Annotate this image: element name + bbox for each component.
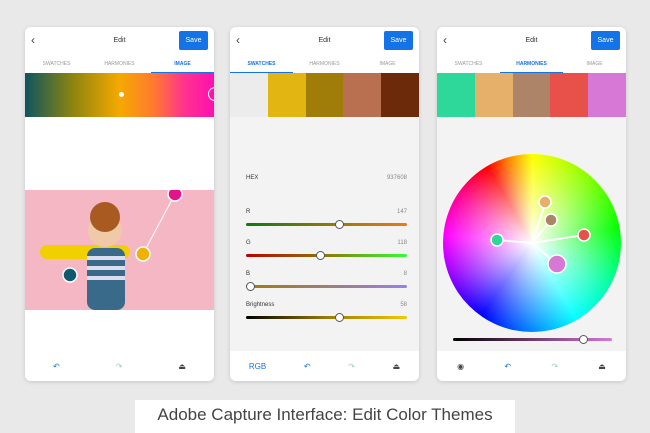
redo-icon[interactable]: ↷ (348, 362, 355, 371)
slider-knob[interactable] (578, 335, 588, 344)
undo-icon[interactable]: ↶ (504, 362, 511, 371)
hex-label: HEX (246, 175, 259, 181)
save-button[interactable]: Save (179, 31, 208, 50)
picker-dot[interactable] (119, 92, 124, 97)
slider-row: B8 (246, 271, 407, 277)
slider-value: 8 (403, 271, 407, 277)
tab-image[interactable]: IMAGE (356, 57, 419, 73)
slider-knob[interactable] (334, 220, 344, 229)
phone-image-tab: ‹ Edit Save SWATCHES HARMONIES IMAGE ↶ ↷ ⏏ (25, 27, 214, 381)
slider-value: 118 (397, 240, 407, 246)
tab-swatches[interactable]: SWATCHES (437, 57, 500, 73)
color-swatch[interactable] (437, 73, 475, 117)
color-swatch[interactable] (305, 73, 344, 117)
slider-knob[interactable] (315, 251, 325, 260)
child-photo-illustration (40, 186, 183, 310)
slider-label: Brightness (246, 302, 275, 308)
undo-icon[interactable]: ↶ (53, 362, 60, 371)
caption: Adobe Capture Interface: Edit Color Them… (135, 400, 515, 433)
save-button[interactable]: Save (591, 31, 620, 50)
color-swatch[interactable] (474, 73, 513, 117)
brightness-slider[interactable] (453, 335, 612, 344)
save-button[interactable]: Save (384, 31, 413, 50)
reset-icon[interactable]: ⏏ (393, 362, 401, 371)
slider-row: R 147 (246, 209, 407, 215)
photo (25, 186, 214, 310)
color-swatch[interactable] (230, 73, 268, 117)
color-swatch[interactable] (512, 73, 551, 117)
color-swatch[interactable] (381, 73, 419, 117)
slider-row: G 118 (246, 240, 407, 246)
tab-harmonies[interactable]: HARMONIES (500, 57, 563, 73)
bottom-toolbar: ◉ ↶ ↷ ⏏ (437, 351, 626, 381)
picker-ring[interactable] (208, 87, 214, 101)
color-slider[interactable] (246, 220, 407, 229)
color-slider[interactable] (246, 251, 407, 260)
reset-icon[interactable]: ⏏ (598, 362, 606, 371)
rgb-mode-button[interactable]: RGB (249, 362, 266, 371)
bottom-toolbar: ↶ ↷ ⏏ (25, 351, 214, 381)
color-blind-icon[interactable]: ◉ (457, 362, 464, 371)
color-wheel[interactable] (443, 154, 621, 332)
color-slider[interactable] (246, 282, 407, 291)
color-swatch[interactable] (588, 73, 626, 117)
color-swatch[interactable] (550, 73, 589, 117)
swatch-strip (437, 73, 626, 117)
header: ‹ Edit Save SWATCHES HARMONIES IMAGE (25, 27, 214, 73)
header: ‹ Edit Save SWATCHES HARMONIES IMAGE (437, 27, 626, 73)
slider-row: Brightness 58 (246, 302, 407, 308)
hex-value[interactable]: 937608 (387, 175, 407, 181)
gradient-strip[interactable] (25, 73, 214, 117)
harmony-markers[interactable] (443, 154, 621, 332)
bottom-toolbar: RGB ↶ ↷ ⏏ (230, 351, 419, 381)
tab-swatches[interactable]: SWATCHES (25, 57, 88, 73)
phone-swatches-tab: ‹ Edit Save SWATCHES HARMONIES IMAGE HEX 93… (230, 27, 419, 381)
reset-icon[interactable]: ⏏ (178, 362, 186, 371)
phone-harmonies-tab: ‹ Edit Save SWATCHES HARMONIES IMAGE ◉ ↶ ↷ ⏏ (437, 27, 626, 381)
tab-harmonies[interactable]: HARMONIES (88, 57, 151, 73)
tab-image[interactable]: IMAGE (151, 57, 214, 73)
header: ‹ Edit Save SWATCHES HARMONIES IMAGE (230, 27, 419, 73)
swatch-strip (230, 73, 419, 117)
redo-icon[interactable]: ↷ (116, 362, 123, 371)
slider-label: B (246, 271, 251, 277)
color-swatch[interactable] (343, 73, 382, 117)
color-slider[interactable] (246, 313, 407, 322)
tab-image[interactable]: IMAGE (563, 57, 626, 73)
slider-knob[interactable] (334, 313, 344, 322)
slider-value: 58 (400, 302, 407, 308)
slider-value: 147 (396, 209, 407, 215)
tab-swatches[interactable]: SWATCHES (230, 57, 293, 73)
slider-knob[interactable] (246, 282, 256, 291)
slider-label: R (246, 209, 251, 215)
tab-harmonies[interactable]: HARMONIES (293, 57, 356, 73)
hex-row[interactable]: HEX 937608 (246, 175, 407, 181)
slider-label: G (246, 240, 251, 246)
color-swatch[interactable] (267, 73, 306, 117)
redo-icon[interactable]: ↷ (551, 362, 558, 371)
undo-icon[interactable]: ↶ (304, 362, 311, 371)
